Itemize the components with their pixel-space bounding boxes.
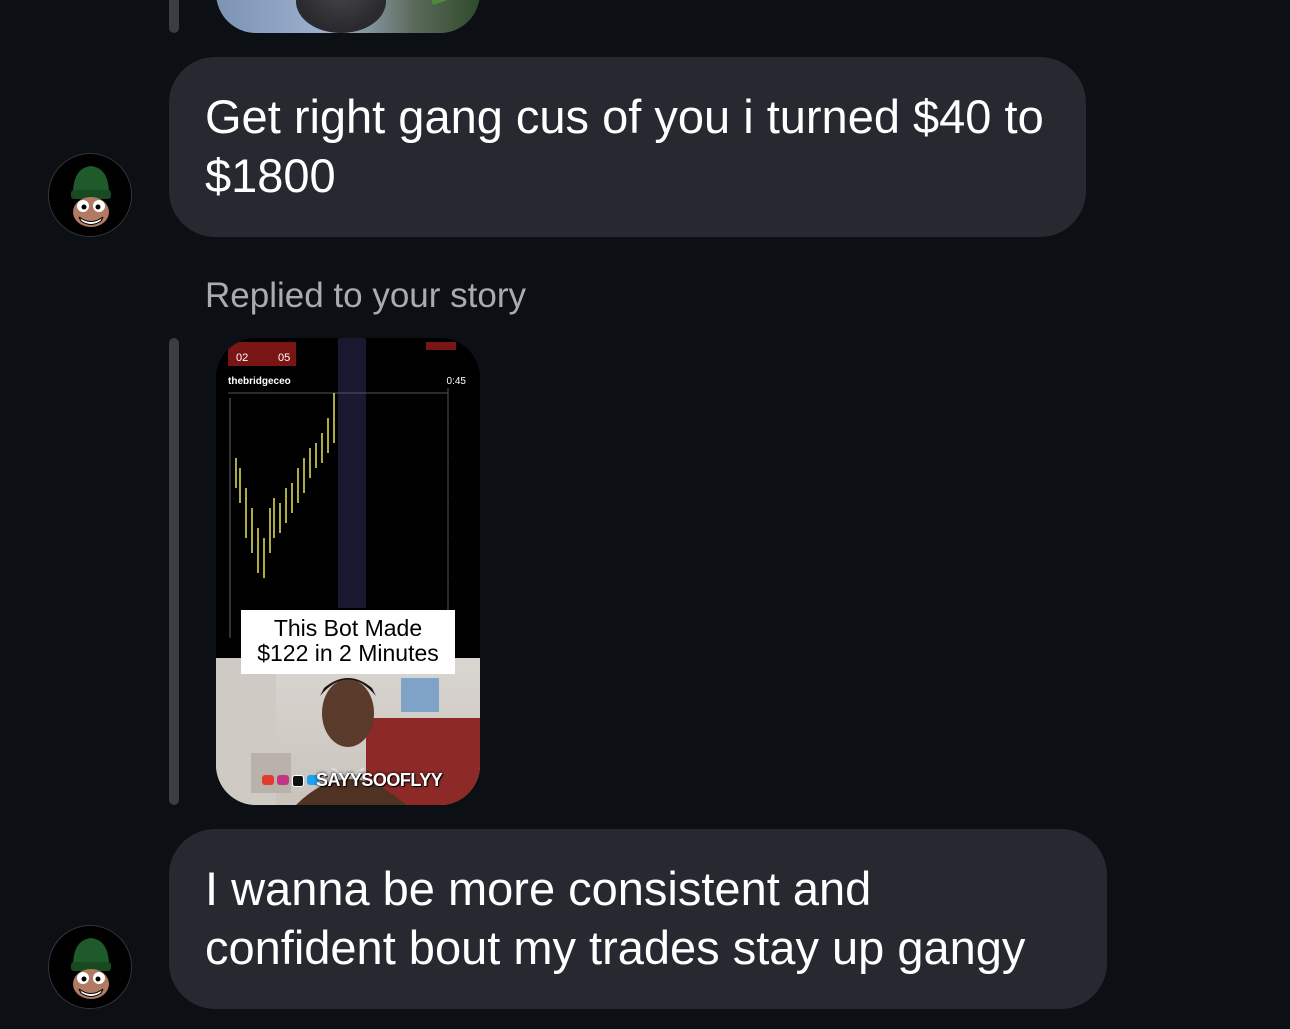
tiktok-icon: [292, 775, 304, 787]
sender-avatar[interactable]: [48, 153, 132, 237]
story-handle: SAYYSOOFLYY: [316, 770, 443, 790]
instagram-icon: [277, 775, 289, 785]
story-timer: 0:45: [446, 376, 466, 387]
svg-text:-: -: [452, 575, 453, 579]
svg-text:-: -: [452, 535, 453, 539]
message-text: I wanna be more consistent and confident…: [205, 862, 1026, 974]
svg-text:05: 05: [278, 352, 290, 364]
story-caption: This Bot Made $122 in 2 Minutes: [241, 610, 455, 674]
message-thread: Get right gang cus of you i turned $40 t…: [0, 0, 1290, 1029]
svg-text:-: -: [452, 415, 453, 419]
story-thumbnail[interactable]: 02 05 - - - - - thebridgeceo 0:45 This Bot…: [216, 338, 480, 805]
cartoon-avatar-icon: [49, 926, 131, 1008]
caption-line: $122 in 2 Minutes: [257, 640, 439, 666]
youtube-icon: [262, 775, 274, 785]
message-text: Get right gang cus of you i turned $40 t…: [205, 90, 1044, 202]
story-username: thebridgeceo: [228, 376, 291, 387]
svg-text:-: -: [452, 455, 453, 459]
svg-text:-: -: [452, 495, 453, 499]
sender-avatar[interactable]: [48, 925, 132, 1009]
cartoon-avatar-icon: [49, 154, 131, 236]
replied-to-story-label: Replied to your story: [205, 276, 526, 315]
message-bubble[interactable]: Get right gang cus of you i turned $40 t…: [169, 57, 1086, 237]
previous-story-thumbnail[interactable]: [216, 0, 480, 33]
caption-line: This Bot Made: [273, 615, 423, 641]
social-icons: [262, 775, 319, 787]
svg-text:02: 02: [236, 352, 248, 364]
reply-indicator-bar: [169, 338, 179, 805]
reply-indicator-bar: [169, 0, 179, 33]
message-bubble[interactable]: I wanna be more consistent and confident…: [169, 829, 1107, 1009]
